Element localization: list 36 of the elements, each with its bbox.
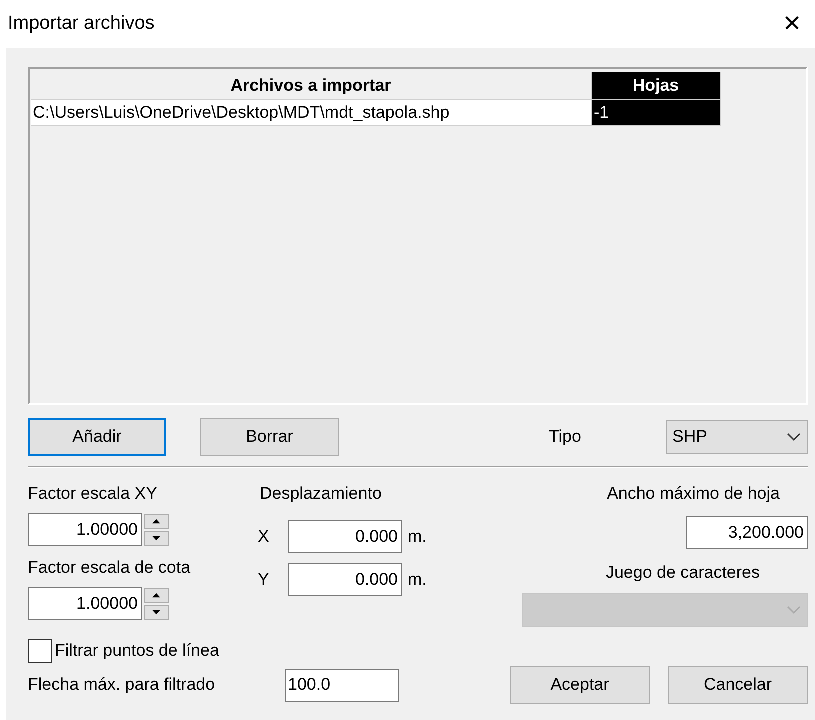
table-cell[interactable]: C:\Users\Luis\OneDrive\Desktop\MDT\mdt_stapola.shp — [31, 100, 592, 126]
field-label: Flecha máx. para filtrado — [28, 675, 216, 695]
field-label: Juego de caracteres — [606, 563, 760, 583]
chevron-down-icon — [787, 432, 801, 442]
number-field[interactable]: 0.000 — [288, 563, 402, 596]
field-label: Factor escala de cota — [28, 558, 192, 578]
close-button[interactable]: × — [783, 7, 807, 41]
number-field[interactable]: 3,200.000 — [686, 516, 808, 549]
field-label: Ancho máximo de hoja — [607, 484, 780, 504]
checkbox[interactable] — [28, 639, 52, 663]
spin-down-icon[interactable] — [144, 530, 169, 546]
unit-label: m. — [408, 526, 427, 546]
axis-label: X — [258, 526, 270, 546]
axis-label: Y — [258, 570, 270, 590]
section-label: Desplazamiento — [260, 484, 383, 504]
window-title: Importar archivos — [8, 13, 155, 35]
number-field[interactable]: 1.00000 — [28, 587, 142, 620]
type-label: Tipo — [548, 427, 582, 447]
type-dropdown[interactable]: SHP — [666, 420, 808, 454]
spin-down-icon[interactable] — [144, 604, 169, 620]
spin-up-icon[interactable] — [144, 514, 169, 528]
number-field[interactable]: 100.0 — [285, 668, 399, 702]
table-cell[interactable]: -1 — [592, 100, 721, 126]
file-button[interactable]: Añadir — [28, 418, 166, 456]
dialog-button[interactable]: Cancelar — [668, 666, 808, 704]
file-button[interactable]: Borrar — [200, 418, 339, 456]
field-label: Factor escala XY — [28, 484, 158, 504]
unit-label: m. — [408, 570, 427, 590]
spin-up-icon[interactable] — [144, 588, 169, 602]
column-header[interactable]: Hojas — [592, 72, 721, 100]
chevron-down-icon — [787, 606, 801, 614]
number-field[interactable]: 0.000 — [288, 520, 402, 553]
dialog-button[interactable]: Aceptar — [510, 666, 650, 704]
number-field[interactable]: 1.00000 — [28, 513, 142, 546]
column-header[interactable]: Archivos a importar — [31, 72, 592, 100]
checkbox-label: Filtrar puntos de línea — [55, 641, 220, 661]
